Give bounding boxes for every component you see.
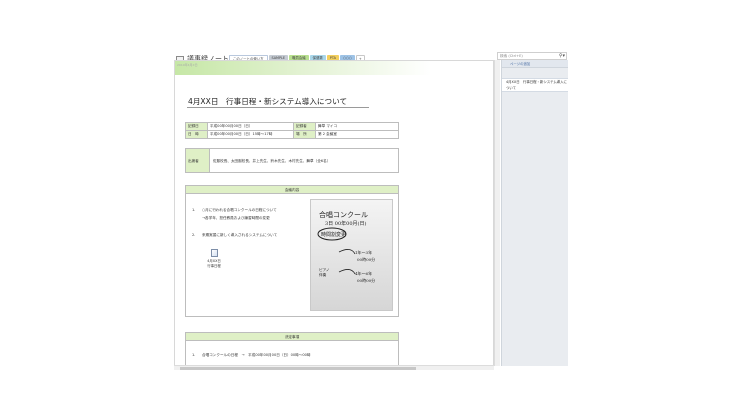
agenda-box: 会議内容 1. ○月に行われる合唱コンクールの日程について →各学年、担任教員お… xyxy=(185,185,399,317)
page-list-item-label: 4月XX日 行事日程・新システム導入について xyxy=(506,80,567,90)
decision-item-number: 1. xyxy=(192,353,196,357)
handwriting-line: ピアノ 伴奏 xyxy=(319,268,330,277)
info-table: 記録日 平成00年00月00日（日） 記録者 舞草 マイコ 日 時 平成00年0… xyxy=(185,122,399,139)
agenda-item-number: 2. xyxy=(192,233,196,237)
handwriting-line: 3日 00年00月(日) xyxy=(325,221,367,227)
scrollbar-thumb[interactable] xyxy=(180,367,416,370)
table-cell[interactable]: 平成00年00月00日（日）15時～17時 xyxy=(207,130,294,139)
table-cell[interactable]: 平成00年00月00日（日） xyxy=(207,122,294,131)
table-row: 日 時 平成00年00月00日（日）15時～17時 場 所 第 2 会議室 xyxy=(185,130,399,139)
attendees-label: 出席者 xyxy=(186,149,210,172)
attachment-label: 4月XX日 行事日程 xyxy=(207,259,221,268)
table-row: 記録日 平成00年00月00日（日） 記録者 舞草 マイコ xyxy=(185,122,399,131)
agenda-item-number: 1. xyxy=(192,208,196,212)
handwriting-line: 00時00分 xyxy=(357,257,376,262)
table-cell-label: 記録日 xyxy=(185,122,208,131)
handwriting-line: 時間割変更 xyxy=(321,232,347,238)
handwriting-line: 4年～6年 xyxy=(355,271,373,276)
table-cell[interactable]: 舞草 マイコ xyxy=(315,122,399,131)
agenda-item[interactable]: →各学年、担任教員および練習時間の変更 xyxy=(202,216,270,221)
handwriting-line: 1年～3年 xyxy=(355,250,373,255)
agenda-item[interactable]: 来期実習に新しく導入されるシステムについて xyxy=(202,233,277,238)
search-placeholder: 検索 (Ctrl+E) xyxy=(500,54,523,58)
handwritten-note-image[interactable]: 合唱コンクール 3日 00年00月(日) 時間割変更 1年～3年 00時00分 … xyxy=(310,199,393,311)
table-cell-label: 記録者 xyxy=(293,122,316,131)
page-header-band xyxy=(175,61,493,75)
horizontal-scrollbar[interactable] xyxy=(174,365,494,370)
page-list-panel: ページの追加 4月XX日 行事日程・新システム導入について xyxy=(501,60,568,366)
title-underline xyxy=(187,107,369,108)
search-icon[interactable]: ⚲▾ xyxy=(559,53,565,59)
page-title[interactable]: 4月XX日 行事日程・新システム導入について xyxy=(188,96,347,107)
attendees-row: 出席者 佐藤校長、太田副校長、井上先生、鈴木先生、木村先生、舞草（全6名） xyxy=(185,148,399,173)
page-date: 2010年4月X日 xyxy=(177,63,198,67)
decision-item[interactable]: 合唱コンクールの日程 → 平成00年00月00日（日）00時～00時 xyxy=(202,353,311,358)
decision-header: 決定事項 xyxy=(186,333,398,341)
note-page[interactable]: 2010年4月X日 4月XX日 行事日程・新システム導入について 記録日 平成0… xyxy=(174,60,494,366)
add-page-label: ページの追加 xyxy=(510,62,531,66)
attendees-value[interactable]: 佐藤校長、太田副校長、井上先生、鈴木先生、木村先生、舞草（全6名） xyxy=(210,149,333,172)
table-cell-label: 日 時 xyxy=(185,130,208,139)
decision-box: 決定事項 1. 合唱コンクールの日程 → 平成00年00月00日（日）00時～0… xyxy=(185,332,399,365)
table-cell-label: 場 所 xyxy=(293,130,316,139)
attachment[interactable]: 4月XX日 行事日程 xyxy=(204,249,224,268)
handwriting-line: 00時00分 xyxy=(357,278,376,283)
add-page-button[interactable]: ページの追加 xyxy=(502,60,568,68)
search-input[interactable]: 検索 (Ctrl+E) ⚲▾ xyxy=(497,52,567,60)
table-cell[interactable]: 第 2 会議室 xyxy=(315,130,399,139)
vertical-scrollbar[interactable] xyxy=(494,60,500,366)
agenda-header: 会議内容 xyxy=(186,186,398,194)
handwriting-line: 合唱コンクール xyxy=(319,211,368,219)
page-list-item[interactable]: 4月XX日 行事日程・新システム導入について xyxy=(502,78,568,92)
agenda-item[interactable]: ○月に行われる合唱コンクールの日程について xyxy=(202,208,277,213)
document-icon xyxy=(210,249,218,257)
